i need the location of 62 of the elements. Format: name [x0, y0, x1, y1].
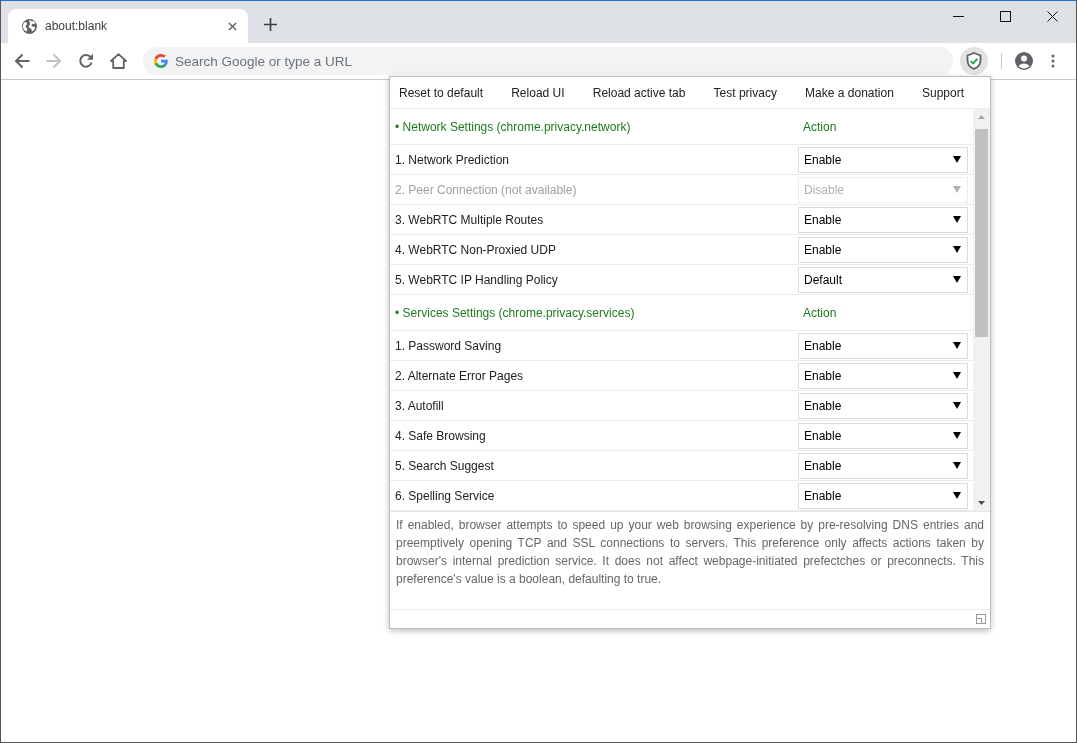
setting-label: 6. Spelling Service: [394, 487, 496, 505]
menu-icon[interactable]: [1051, 54, 1055, 68]
caret-down-icon: [953, 276, 961, 283]
setting-label: 2. Alternate Error Pages: [394, 367, 525, 385]
dropdown[interactable]: Enable: [798, 236, 968, 263]
google-g-icon: [154, 54, 168, 68]
dropdown[interactable]: Enable: [798, 332, 968, 359]
dropdown[interactable]: Enable: [798, 362, 968, 389]
caret-down-icon: [953, 156, 961, 163]
menu-link[interactable]: Reload UI: [511, 83, 565, 102]
dropdown[interactable]: Enable: [798, 206, 968, 233]
resize-grip-icon[interactable]: [976, 614, 986, 624]
caret-down-icon: [953, 342, 961, 349]
caret-down-icon: [953, 432, 961, 439]
address-bar[interactable]: Search Google or type a URL: [143, 47, 953, 75]
setting-label: 4. Safe Browsing: [394, 427, 487, 445]
caret-down-icon: [953, 246, 961, 253]
close-icon[interactable]: [1047, 11, 1058, 22]
globe-icon: [22, 18, 37, 34]
menu-link[interactable]: Support: [921, 83, 964, 102]
menu-link[interactable]: Make a donation: [805, 83, 894, 102]
menu-link[interactable]: Reset to default: [399, 83, 484, 102]
shield-check-icon: [966, 52, 982, 70]
setting-label: 2. Peer Connection (not available): [394, 181, 578, 199]
dropdown[interactable]: Enable: [798, 422, 968, 449]
setting-label: 1. Network Prediction: [394, 151, 511, 169]
close-icon[interactable]: [228, 21, 237, 31]
dropdown[interactable]: Enable: [798, 452, 968, 479]
maximize-icon[interactable]: [1000, 11, 1011, 22]
account-icon[interactable]: [1015, 52, 1033, 70]
setting-label: 5. WebRTC IP Handling Policy: [394, 271, 559, 289]
back-arrow-icon[interactable]: [14, 53, 30, 69]
dropdown[interactable]: Enable: [798, 392, 968, 419]
extension-button[interactable]: [960, 47, 988, 75]
dropdown[interactable]: Enable: [798, 146, 968, 173]
section-title: • Network Settings (chrome.privacy.network): [394, 118, 632, 136]
caret-down-icon: [953, 372, 961, 379]
plus-icon[interactable]: [264, 18, 277, 32]
arrow-down-icon[interactable]: [978, 501, 985, 505]
description-text: If enabled, browser attempts to speed up your web browsing experience by pre-resolving DNS entries and preemptively opening TCP and SSL connections to servers. This preference only affects actions taken by browser's internal prediction service. It does not affect webpage-initiated prefectches or preconnects. This preference's value is a boolean, defaulting to true.: [390, 511, 990, 609]
setting-label: 3. Autofill: [394, 397, 445, 415]
home-icon[interactable]: [110, 53, 127, 69]
column-heading: Action: [802, 118, 838, 136]
dropdown[interactable]: Default: [798, 266, 968, 293]
setting-label: 3. WebRTC Multiple Routes: [394, 211, 545, 229]
scrollbar-track[interactable]: [973, 109, 990, 511]
caret-down-icon: [953, 402, 961, 409]
scrollbar-thumb[interactable]: [975, 129, 988, 337]
column-heading: Action: [802, 304, 838, 322]
menu-link[interactable]: Test privacy: [713, 83, 777, 102]
caret-down-icon: [953, 492, 961, 499]
caret-down-icon: [953, 186, 961, 193]
setting-label: 1. Password Saving: [394, 337, 503, 355]
browser-tab[interactable]: about:blank: [8, 9, 248, 43]
reload-icon[interactable]: [78, 53, 94, 69]
caret-down-icon: [953, 462, 961, 469]
dropdown[interactable]: Enable: [798, 482, 968, 509]
setting-label: 4. WebRTC Non-Proxied UDP: [394, 241, 557, 259]
caret-down-icon: [953, 216, 961, 223]
menu-link[interactable]: Reload active tab: [592, 83, 686, 102]
section-title: • Services Settings (chrome.privacy.services): [394, 304, 636, 322]
setting-label: 5. Search Suggest: [394, 457, 495, 475]
